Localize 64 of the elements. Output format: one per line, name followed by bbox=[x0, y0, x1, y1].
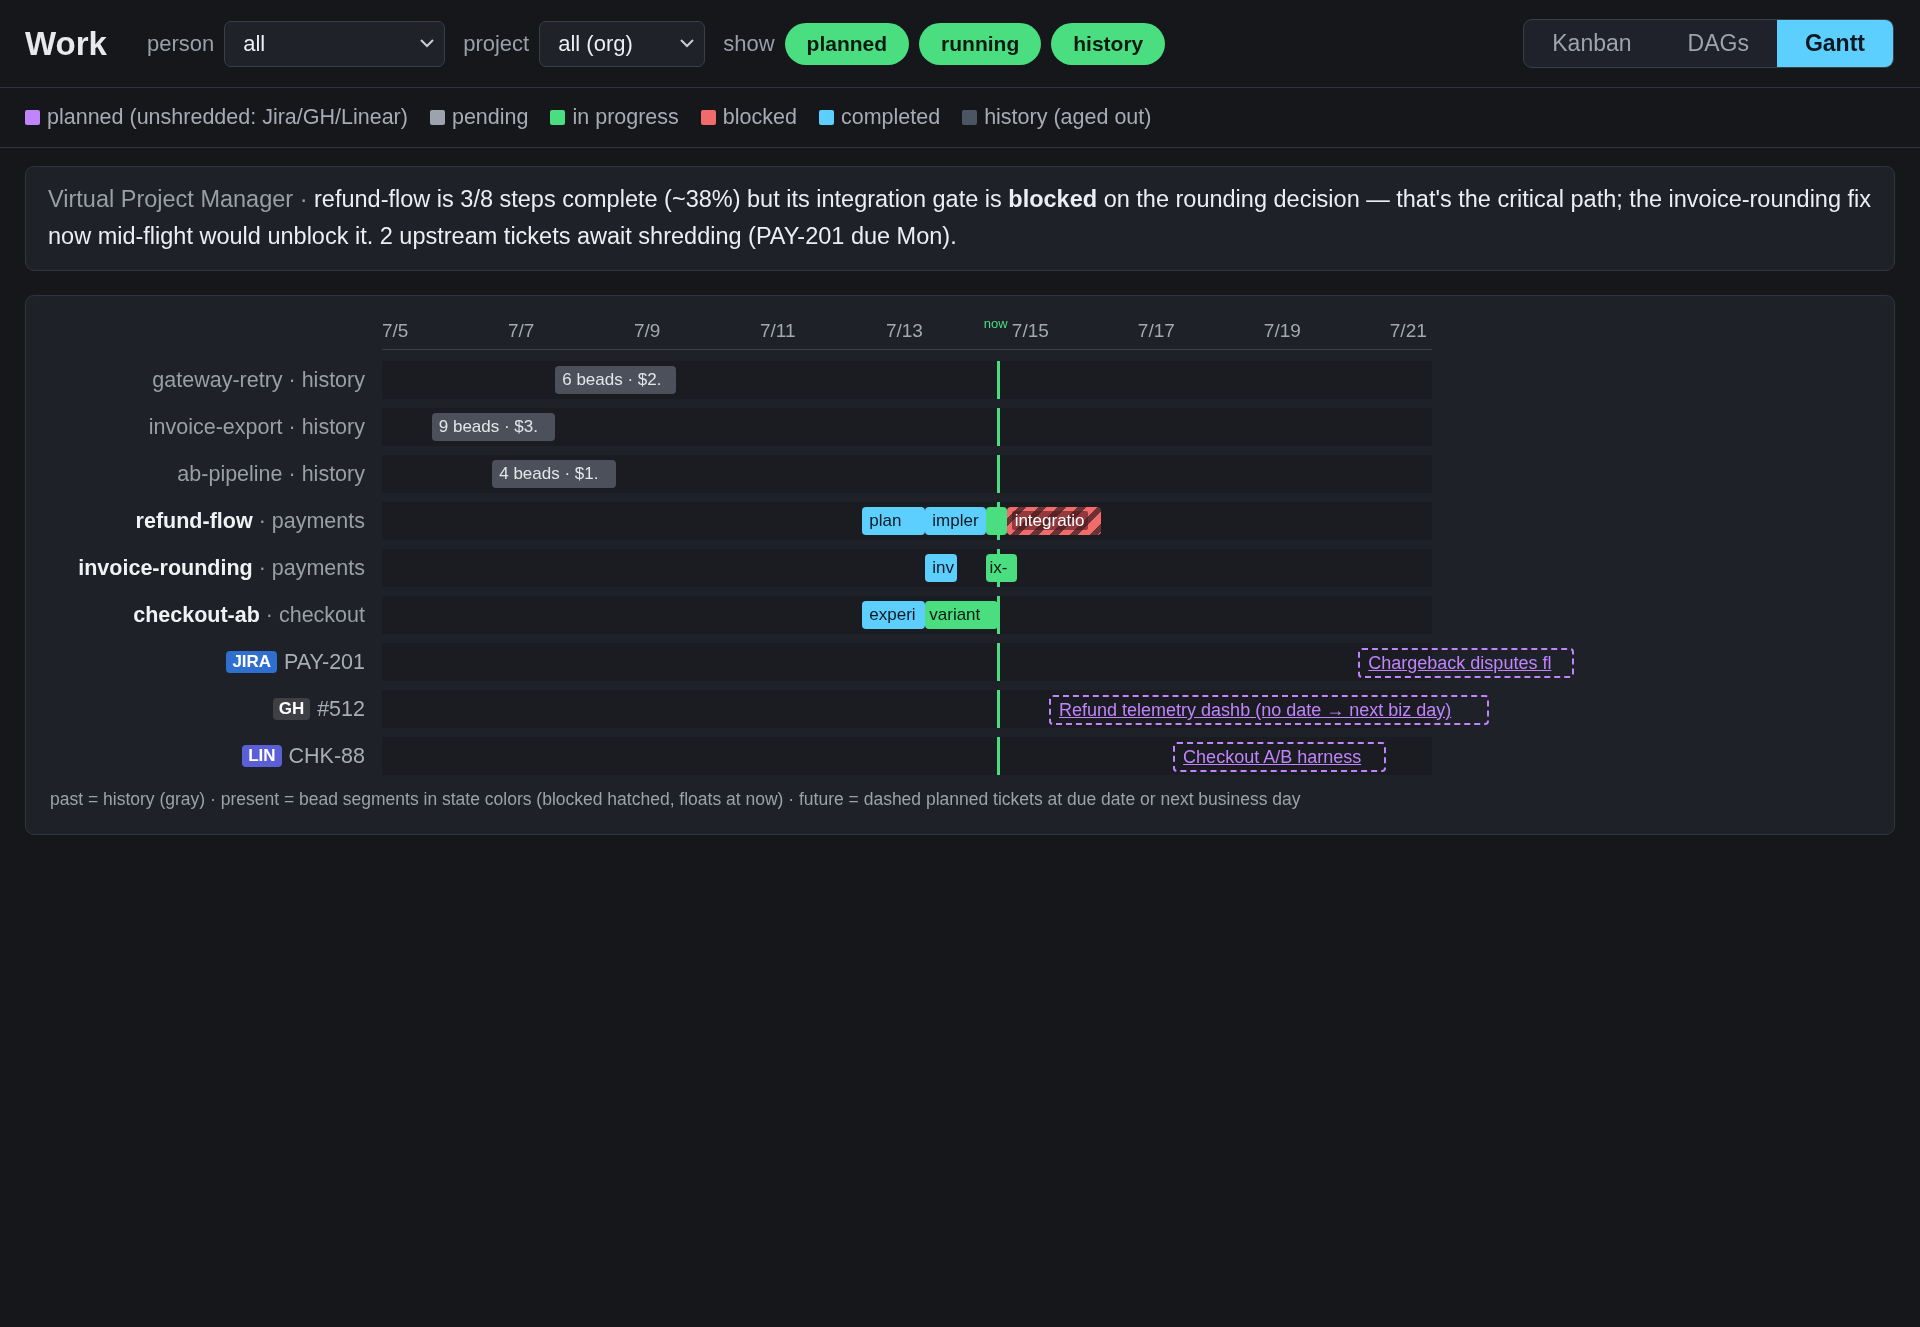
chevron-icon bbox=[420, 39, 435, 48]
completed-segment[interactable]: plan bbox=[862, 507, 926, 535]
view-tab[interactable]: Kanban bbox=[1524, 20, 1660, 67]
completed-segment[interactable]: inv bbox=[925, 554, 957, 582]
legend-label: planned (unshredded: Jira/GH/Linear) bbox=[47, 105, 408, 130]
axis-tick-label: 7/9 bbox=[633, 320, 661, 342]
axis-tick-label: 7/15 bbox=[1011, 320, 1049, 342]
filter-dropdown[interactable]: all (org) bbox=[539, 20, 706, 67]
chevron-icon bbox=[680, 39, 695, 48]
source-badge: JIRA bbox=[226, 651, 278, 673]
axis-tick-label: 7/13 bbox=[885, 320, 923, 342]
blocked-segment[interactable]: integratio bbox=[1006, 507, 1102, 535]
axis-tick-label: 7/11 bbox=[759, 320, 796, 342]
filter-dropdown[interactable]: all bbox=[224, 20, 446, 67]
history-bar[interactable]: 4 beads · $1. bbox=[492, 460, 616, 488]
row-label: invoice-export · history bbox=[148, 414, 365, 440]
legend-label: in progress bbox=[572, 105, 679, 130]
summary-text: Virtual Project Manager · refund-flow is 3/8 steps complete (~38%) but its integration gate is blocked on the rounding decision — that's the critical path; the invoice-rounding fix now mid-flight would unblock it. 2 upstream tickets await shredding (PAY-201 due Mon). bbox=[48, 185, 1872, 251]
view-tab[interactable]: DAGs bbox=[1659, 20, 1777, 67]
filter-label: show bbox=[723, 30, 775, 57]
filter-label: project bbox=[463, 30, 530, 57]
toggle-pill[interactable]: history bbox=[1051, 22, 1166, 65]
page-title: Work bbox=[25, 24, 107, 63]
axis-tick-label: 7/17 bbox=[1137, 320, 1175, 342]
planned-ticket[interactable]: Checkout A/B harness bbox=[1173, 742, 1386, 772]
toggle-pill[interactable]: running bbox=[919, 22, 1042, 65]
ticket-id: CHK-88 bbox=[288, 743, 365, 769]
axis-tick-label: 7/7 bbox=[507, 320, 535, 342]
filter-label: person bbox=[146, 30, 215, 57]
planned-ticket[interactable]: Chargeback disputes fl bbox=[1358, 648, 1575, 678]
now-line bbox=[997, 361, 1000, 399]
row-label: refund-flow · payments bbox=[135, 508, 365, 534]
in-progress-segment[interactable] bbox=[985, 507, 1007, 535]
ticket-id: #512 bbox=[317, 696, 365, 722]
row-label: gateway-retry · history bbox=[152, 367, 365, 393]
axis-tick-label: 7/5 bbox=[382, 320, 409, 342]
in-progress-segment[interactable]: ix- bbox=[985, 554, 1018, 582]
now-line bbox=[997, 455, 1000, 493]
legend-label: completed bbox=[840, 105, 941, 130]
completed-segment[interactable]: experi bbox=[862, 601, 926, 629]
legend-label: pending bbox=[451, 105, 529, 130]
now-line bbox=[997, 643, 1000, 681]
source-badge: GH bbox=[272, 698, 311, 720]
row-label: checkout-ab · checkout bbox=[133, 602, 365, 628]
history-bar[interactable]: 6 beads · $2. bbox=[555, 366, 677, 394]
in-progress-segment[interactable]: variant bbox=[925, 601, 998, 629]
axis-tick-label: 7/19 bbox=[1263, 320, 1301, 342]
planned-ticket[interactable]: Refund telemetry dashb (no date → next biz day) bbox=[1049, 695, 1489, 725]
toggle-pill[interactable]: planned bbox=[784, 22, 910, 65]
now-line bbox=[997, 690, 1000, 728]
legend-label: blocked bbox=[722, 105, 797, 130]
history-bar[interactable]: 9 beads · $3. bbox=[431, 413, 556, 441]
axis-tick-label: 7/21 bbox=[1389, 320, 1427, 342]
legend-note: past = history (gray) · present = bead segments in state colors (blocked hatched, floats at now) · future = dashed planned tickets at due date or next business day bbox=[50, 789, 1302, 810]
legend-label: history (aged out) bbox=[984, 105, 1152, 130]
now-label: now bbox=[983, 316, 1008, 331]
completed-segment[interactable]: impler bbox=[925, 507, 986, 535]
row-label: invoice-rounding · payments bbox=[78, 555, 365, 581]
now-line bbox=[997, 737, 1000, 775]
view-tab[interactable]: Gantt bbox=[1776, 20, 1893, 67]
source-badge: LIN bbox=[242, 745, 282, 767]
now-line bbox=[997, 408, 1000, 446]
ticket-id: PAY-201 bbox=[284, 649, 365, 675]
row-label: ab-pipeline · history bbox=[177, 461, 365, 487]
